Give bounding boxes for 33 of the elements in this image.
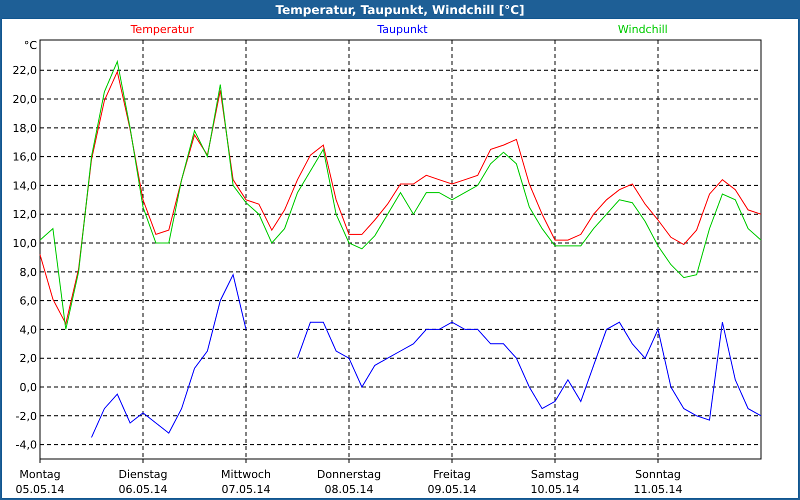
y-tick-label: 0,0: [20, 381, 37, 394]
y-tick-label: 18,0: [12, 122, 37, 135]
x-tick-label: 10.05.14: [530, 483, 580, 496]
y-tick-label: 14,0: [12, 179, 37, 192]
y-tick-label: -4,0: [16, 438, 37, 452]
y-tick-label: -2,0: [16, 410, 37, 423]
y-axis-unit: °C: [24, 39, 37, 52]
legend-label: Windchill: [618, 23, 668, 36]
x-tick-label: 07.05.14: [222, 483, 270, 496]
y-tick-label: 16,0: [12, 150, 37, 164]
y-tick-label: 8,0: [20, 266, 37, 279]
y-tick-label: 20,0: [12, 93, 37, 106]
x-tick-weekday: Freitag: [433, 468, 471, 481]
x-tick-label: 08.05.14: [324, 483, 374, 496]
x-tick-label: 09.05.14: [428, 483, 476, 496]
legend-label: Temperatur: [130, 23, 194, 36]
window-title: Temperatur, Taupunkt, Windchill [°C]: [276, 2, 524, 16]
x-tick-weekday: Mittwoch: [221, 468, 271, 481]
y-tick-label: 2,0: [20, 352, 37, 366]
y-tick-label: 12,0: [12, 208, 37, 222]
y-tick-label: 6,0: [20, 294, 37, 308]
x-tick-weekday: Dienstag: [118, 468, 168, 481]
legend-label: Taupunkt: [377, 23, 428, 36]
x-tick-label: 05.05.14: [16, 483, 64, 496]
x-tick-weekday: Samstag: [530, 468, 580, 481]
x-tick-label: 11.05.14: [634, 483, 682, 496]
x-tick-weekday: Montag: [19, 468, 61, 481]
y-tick-label: 22,0: [12, 64, 37, 78]
x-tick-weekday: Donnerstag: [316, 468, 382, 481]
y-tick-label: 10,0: [12, 237, 37, 250]
y-tick-label: 4,0: [20, 323, 37, 336]
x-tick-weekday: Sonntag: [635, 468, 681, 481]
x-tick-label: 06.05.14: [118, 483, 168, 496]
